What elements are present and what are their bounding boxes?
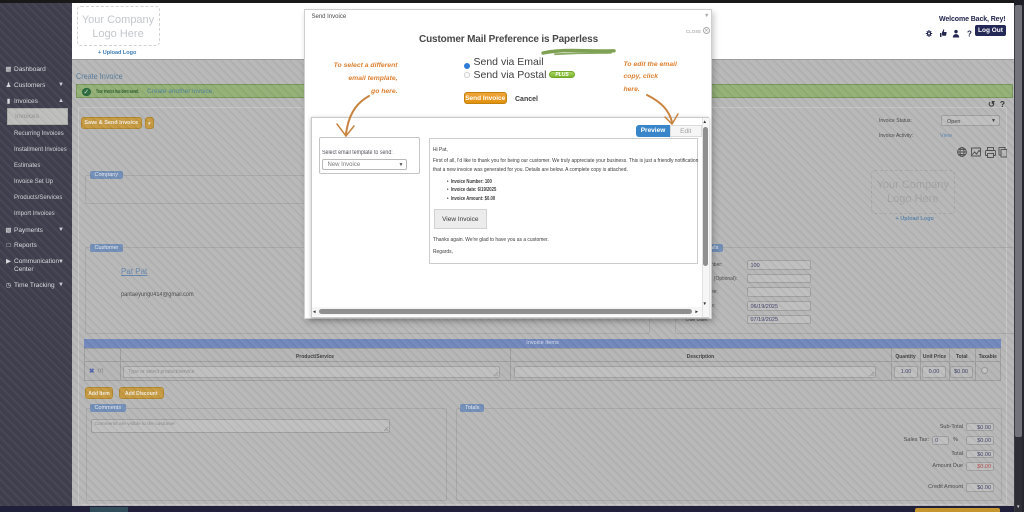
svg-text:?: ? [967,29,972,38]
